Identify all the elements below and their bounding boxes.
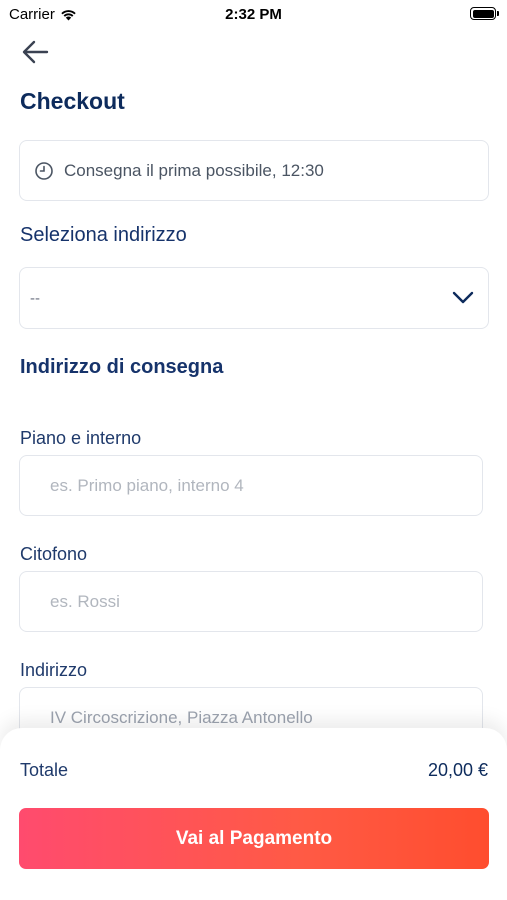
checkout-summary-sheet: Totale 20,00 € Vai al Pagamento (0, 728, 507, 900)
floor-input[interactable] (19, 455, 483, 516)
floor-label: Piano e interno (20, 428, 142, 448)
arrow-left-icon (22, 40, 49, 64)
intercom-label: Citofono (20, 544, 88, 564)
intercom-input[interactable] (19, 571, 483, 632)
address-label: Indirizzo (20, 660, 88, 680)
status-bar: Carrier 2:32 PM (0, 0, 507, 30)
go-to-payment-button[interactable]: Vai al Pagamento (19, 808, 489, 869)
address-dropdown-value: -- (30, 289, 40, 307)
clock-icon (35, 161, 53, 180)
total-amount: 20,00 € (427, 760, 488, 780)
delivery-time-label: Consegna il prima possibile, 12:30 (64, 160, 324, 180)
address-dropdown[interactable]: -- (19, 267, 489, 329)
battery-icon (470, 7, 499, 20)
chevron-down-icon (452, 291, 474, 304)
clock: 2:32 PM (225, 6, 282, 23)
delivery-address-heading: Indirizzo di consegna (20, 356, 224, 378)
select-address-heading: Seleziona indirizzo (20, 224, 187, 246)
back-button[interactable] (20, 38, 54, 68)
total-label: Totale (20, 760, 69, 780)
page-title: Checkout (20, 88, 125, 114)
delivery-time-selector[interactable]: Consegna il prima possibile, 12:30 (19, 140, 489, 201)
